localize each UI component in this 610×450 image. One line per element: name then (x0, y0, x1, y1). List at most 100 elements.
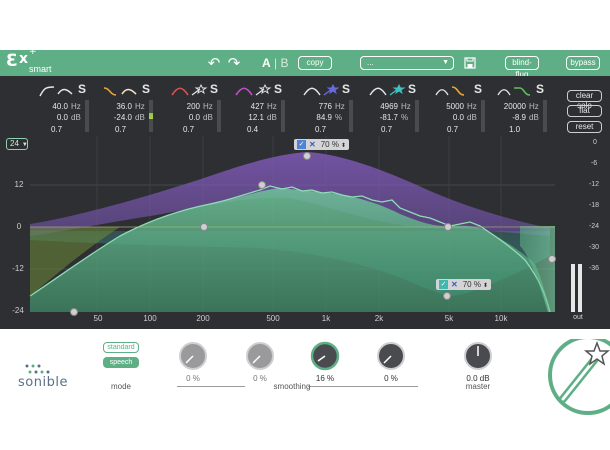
range-select[interactable]: 24 ▼ (6, 138, 28, 150)
smoothing-knob-4[interactable] (375, 340, 407, 372)
smoothing-knob-3[interactable] (309, 340, 341, 372)
band-meter (149, 100, 153, 132)
reset-button[interactable]: reset (567, 121, 602, 133)
band-handle-3[interactable] (200, 223, 208, 231)
band-7[interactable]: S 5000 Hz 0.0 dB 0.7 (434, 82, 496, 138)
smoothing-knob-1[interactable] (177, 340, 209, 372)
freq-label: 5k (444, 314, 454, 323)
band-handle-6[interactable] (444, 223, 452, 231)
clear-solo-button[interactable]: clear solo (567, 90, 602, 110)
freq-label: 1k (321, 314, 331, 323)
eq-graph[interactable] (0, 136, 610, 329)
check-icon[interactable]: ✓ (297, 140, 306, 149)
db-label-right: -12 (588, 181, 600, 188)
master-label: master (465, 382, 491, 391)
solo-button[interactable]: S (536, 82, 544, 96)
band-shape-icon[interactable] (434, 84, 472, 98)
freq-label: 2k (374, 314, 384, 323)
mode-standard-button[interactable]: standard (103, 342, 139, 353)
logo-text: smart (29, 64, 52, 74)
band-2[interactable]: S 36.0 Hz -24.0 dB 0.7 (102, 82, 164, 138)
band-6[interactable]: S 4969 Hz -81.7% 0.7 (368, 82, 430, 138)
band-meter (281, 100, 285, 132)
chevron-down-icon: ▼ (442, 59, 449, 66)
preset-value: ... (367, 58, 374, 67)
copy-button[interactable]: copy (298, 56, 332, 70)
band-shape-icon[interactable] (368, 84, 406, 98)
knob-value: 0 % (186, 374, 200, 383)
band-handle-6-lower[interactable] (443, 292, 451, 300)
smart-eq-logo: Ɛx + smart (6, 47, 52, 74)
redo-icon[interactable]: ↷ (224, 53, 244, 73)
freq-label: 100 (143, 314, 157, 323)
bypass-button[interactable]: bypass (566, 56, 600, 70)
band-3[interactable]: S 200 Hz 0.0 dB 0.7 (170, 82, 232, 138)
band-handle-5[interactable] (303, 152, 311, 160)
band-1[interactable]: S 40.0 Hz 0.0 dB 0.7 (38, 82, 100, 138)
undo-icon[interactable]: ↶ (204, 53, 224, 73)
band-handle-8[interactable] (548, 255, 556, 263)
ab-a[interactable]: A (262, 56, 271, 70)
stepper-icon[interactable]: ⬍ (341, 143, 346, 149)
out-label: out (573, 314, 583, 321)
smart-tag-lower[interactable]: ✓ ✕ 70 % ⬍ (436, 279, 491, 290)
sonible-logo: sonible (18, 375, 68, 390)
band-shape-icon[interactable] (302, 84, 340, 98)
smart-wand-button[interactable] (543, 339, 610, 450)
band-handle-1[interactable] (70, 308, 78, 316)
band-8[interactable]: S 20000 Hz -8.9 dB 1.0 (496, 82, 558, 138)
band-4[interactable]: S 427 Hz 12.1 dB 0.4 (234, 82, 296, 138)
db-label-left: -24 (12, 306, 24, 315)
eq-main-panel: S 40.0 Hz 0.0 dB 0.7 S 36.0 Hz -24.0 dB 0.7 … (0, 76, 610, 329)
db-label-left: -12 (12, 264, 24, 273)
db-label-right: -36 (588, 265, 600, 272)
blind-flug-button[interactable]: blind-flug (505, 56, 539, 79)
solo-button[interactable]: S (408, 82, 416, 96)
mode-speech-button[interactable]: speech (103, 357, 139, 368)
db-label-left: 0 (16, 222, 22, 231)
ab-toggle[interactable]: A | B (262, 53, 292, 73)
band-shape-icon[interactable] (234, 84, 272, 98)
db-label-left: 12 (14, 180, 24, 189)
freq-label: 200 (196, 314, 210, 323)
band-shape-icon[interactable] (38, 84, 76, 98)
solo-button[interactable]: S (210, 82, 218, 96)
db-label-right: -18 (588, 202, 600, 209)
smart-tag-upper[interactable]: ✓ ✕ 70 % ⬍ (294, 139, 349, 150)
solo-button[interactable]: S (342, 82, 350, 96)
check-icon[interactable]: ✓ (439, 280, 448, 289)
close-icon[interactable]: ✕ (451, 280, 458, 289)
stepper-icon[interactable]: ⬍ (483, 283, 488, 289)
band-meter (349, 100, 353, 132)
save-icon[interactable] (460, 53, 480, 73)
solo-button[interactable]: S (142, 82, 150, 96)
band-meter (481, 100, 485, 132)
solo-button[interactable]: S (78, 82, 86, 96)
smoothing-label: smoothing (273, 382, 311, 391)
db-label-right: -24 (588, 223, 600, 230)
ab-b[interactable]: B (280, 56, 288, 70)
master-knob[interactable] (462, 340, 494, 372)
band-handle-4[interactable] (258, 181, 266, 189)
smoothing-bracket-right (308, 386, 418, 387)
smoothing-knob-2[interactable] (244, 340, 276, 372)
band-meter (85, 100, 89, 132)
band-meter (415, 100, 419, 132)
band-shape-icon[interactable] (102, 84, 140, 98)
flat-button[interactable]: flat (567, 105, 602, 117)
solo-button[interactable]: S (274, 82, 282, 96)
preset-select[interactable]: ... ▼ (360, 56, 454, 70)
bottom-panel: sonible standard speech mode 0 % 0 % 16 … (0, 329, 610, 450)
output-meter-left (571, 264, 575, 312)
close-icon[interactable]: ✕ (309, 140, 316, 149)
band-meter (217, 100, 221, 132)
band-meter (543, 100, 547, 132)
band-shape-icon[interactable] (170, 84, 208, 98)
db-label-right: -30 (588, 244, 600, 251)
band-5[interactable]: S 776 Hz 84.9% 0.7 (302, 82, 364, 138)
freq-label: 10k (494, 314, 508, 323)
solo-button[interactable]: S (474, 82, 482, 96)
band-shape-icon[interactable] (496, 84, 534, 98)
db-label-right: 0 (593, 139, 597, 146)
db-label-right: -6 (590, 160, 598, 167)
